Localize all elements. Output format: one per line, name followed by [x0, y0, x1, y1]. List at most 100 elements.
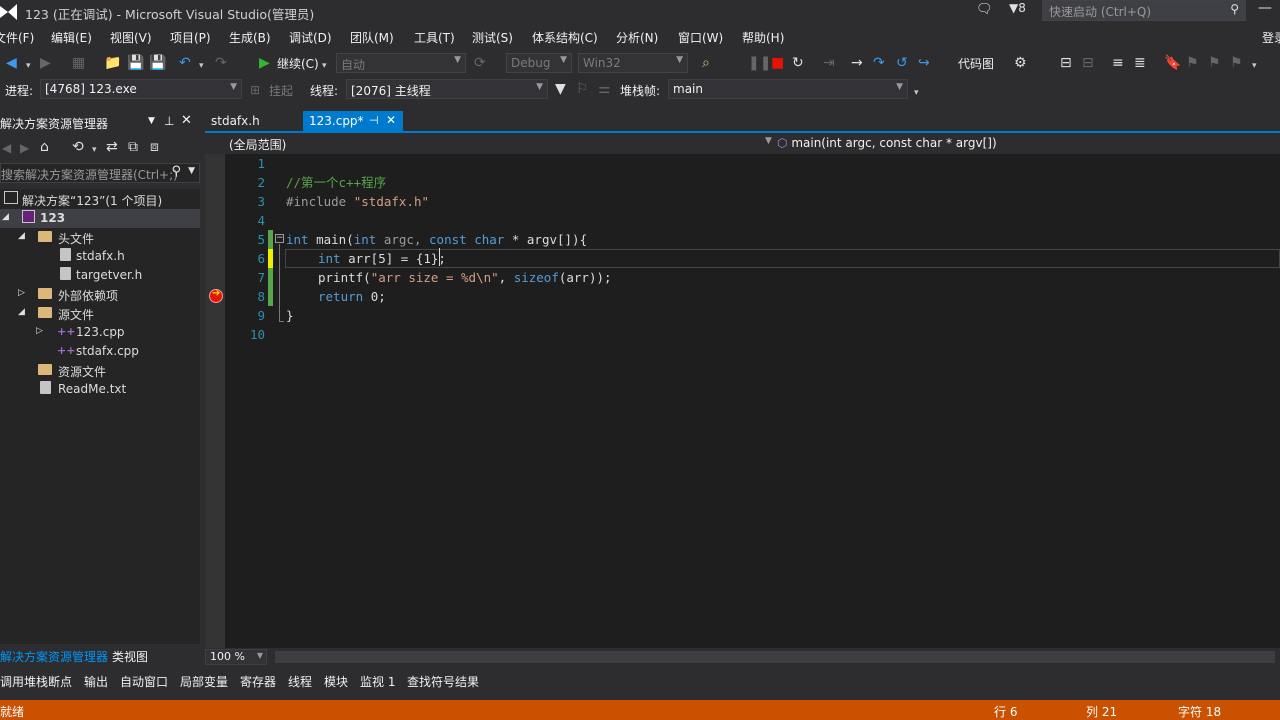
pending-changes-dropdown-icon[interactable]: ▾	[92, 141, 97, 159]
tab-call-stack[interactable]: 调用堆栈	[0, 673, 48, 690]
tree-node-stdafx-cpp[interactable]: ++ stdafx.cpp	[0, 342, 200, 361]
horizontal-scrollbar[interactable]	[275, 651, 1275, 663]
save-icon[interactable]: 💾	[127, 54, 144, 72]
menu-debug[interactable]: 调试(D)	[289, 29, 332, 46]
show-next-statement-icon[interactable]: ⇥	[823, 54, 835, 72]
chevron-down-icon[interactable]: ▼	[765, 136, 772, 146]
tab-locals[interactable]: 局部变量	[180, 673, 228, 690]
breakpoint-current-statement-icon[interactable]: ➔	[209, 288, 223, 303]
tab-modules[interactable]: 模块	[324, 673, 348, 690]
forward-icon[interactable]: ▶	[40, 54, 51, 72]
clear-bookmarks-icon[interactable]: ⚑	[1230, 54, 1243, 72]
menu-edit[interactable]: 编辑(E)	[51, 29, 92, 46]
undo-dropdown-icon[interactable]: ▾	[199, 57, 204, 75]
function-select[interactable]: ⬡ main(int argc, const char * argv[])	[777, 136, 997, 150]
expand-arrow-icon[interactable]: ▷	[18, 288, 25, 298]
prev-bookmark-icon[interactable]: ⚑	[1186, 54, 1199, 72]
comment-icon[interactable]: ≡	[1112, 54, 1124, 72]
menu-architecture[interactable]: 体系结构(C)	[532, 29, 598, 46]
scope-select[interactable]: (全局范围)	[229, 136, 286, 153]
tree-node-external-dependencies[interactable]: ▷ 外部依赖项	[0, 285, 200, 304]
stack-frame-select[interactable]: main ▼	[668, 79, 908, 99]
show-all-files-icon[interactable]: ⧈	[150, 138, 159, 156]
code-editor[interactable]: ➔ 1 2 3 4 5 6 7 8 9 10 − //第一个c++程序 #inc…	[205, 154, 1280, 648]
collapse-region-icon[interactable]: −	[275, 234, 284, 243]
glyph-margin[interactable]	[205, 154, 225, 648]
home-icon[interactable]: ⌂	[40, 138, 49, 156]
sign-in-link[interactable]: 登录	[1262, 29, 1280, 46]
tree-node-source-files[interactable]: ◢ 源文件	[0, 304, 200, 323]
tab-autos[interactable]: 自动窗口	[120, 673, 168, 690]
tree-node-header-files[interactable]: ◢ 头文件	[0, 228, 200, 247]
toolbar-overflow-icon[interactable]: ▾	[914, 84, 919, 102]
undo-icon[interactable]: ↶	[179, 54, 191, 72]
tab-registers[interactable]: 寄存器	[240, 673, 276, 690]
new-project-icon[interactable]: ▦	[72, 54, 85, 72]
menu-view[interactable]: 视图(V)	[110, 29, 152, 46]
menu-team[interactable]: 团队(M)	[350, 29, 394, 46]
back-icon[interactable]: ◀	[6, 54, 17, 72]
pending-changes-icon[interactable]: ⟲	[72, 138, 84, 156]
menu-project[interactable]: 项目(P)	[170, 29, 211, 46]
menu-file[interactable]: 文件(F)	[0, 29, 34, 46]
restart-icon[interactable]: ↻	[792, 54, 804, 72]
pin-icon[interactable]: ⊥	[164, 114, 174, 128]
search-icon[interactable]: ⚲	[171, 164, 181, 179]
tree-node-project[interactable]: ◢ 123	[0, 209, 200, 228]
suspend-button[interactable]: 挂起	[269, 82, 293, 99]
search-icon[interactable]: ⚲	[1230, 2, 1239, 16]
tab-solution-explorer[interactable]: 解决方案资源管理器	[0, 648, 108, 665]
close-icon[interactable]: ✕	[386, 113, 396, 127]
next-bookmark-icon[interactable]: ⚑	[1208, 54, 1221, 72]
open-folder-icon[interactable]: 📁	[104, 54, 121, 72]
menu-build[interactable]: 生成(B)	[229, 29, 271, 46]
step-out-icon[interactable]: ↺	[896, 54, 908, 72]
tab-stdafx-h[interactable]: stdafx.h	[205, 111, 266, 132]
quick-launch-input[interactable]: 快速启动 (Ctrl+Q) ⚲	[1042, 0, 1246, 21]
menu-tools[interactable]: 工具(T)	[414, 29, 455, 46]
expand-arrow-icon[interactable]: ▷	[36, 326, 43, 336]
panel-splitter[interactable]	[200, 112, 204, 647]
stop-icon[interactable]: ■	[771, 54, 784, 72]
collapse-arrow-icon[interactable]: ◢	[18, 231, 25, 241]
platform-select[interactable]: Win32 ▼	[578, 53, 688, 73]
tab-class-view[interactable]: 类视图	[112, 648, 148, 665]
tab-find-symbol-results[interactable]: 查找符号结果	[407, 673, 479, 690]
refresh-icon[interactable]: ⟳	[474, 54, 486, 72]
continue-button[interactable]: 继续(C)	[277, 55, 319, 72]
search-options-dropdown-icon[interactable]: ▼	[188, 166, 195, 176]
filter-icon[interactable]: ▼	[555, 80, 566, 98]
tree-node-targetver-h[interactable]: targetver.h	[0, 266, 200, 285]
pin-icon[interactable]: ⊣	[369, 114, 379, 127]
solution-explorer-search-input[interactable]: 搜索解决方案资源管理器(Ctrl+;) ⚲ ▼	[0, 163, 200, 183]
step-over-icon[interactable]: ↷	[873, 54, 885, 72]
notification-icon[interactable]: 🗨	[976, 2, 993, 17]
tree-node-123-cpp[interactable]: ▷ ++ 123.cpp	[0, 323, 200, 342]
tab-threads[interactable]: 线程	[288, 673, 312, 690]
uncomment-icon[interactable]: ≣	[1134, 54, 1146, 72]
back-dropdown-icon[interactable]: ▾	[26, 57, 31, 75]
align-left-icon[interactable]: ⊟	[1060, 54, 1072, 72]
continue-icon[interactable]: ▶	[259, 54, 270, 72]
save-all-icon[interactable]: 💾	[149, 54, 166, 72]
tab-watch-1[interactable]: 监视 1	[360, 673, 395, 690]
find-in-files-icon[interactable]: ⌕	[702, 54, 710, 72]
configuration-select[interactable]: Debug ▼	[506, 53, 572, 73]
menu-analyze[interactable]: 分析(N)	[616, 29, 658, 46]
tree-node-resource-files[interactable]: 资源文件	[0, 361, 200, 380]
menu-test[interactable]: 测试(S)	[472, 29, 513, 46]
forward-icon[interactable]: ▶	[20, 139, 29, 157]
collapse-all-icon[interactable]: ⧉	[128, 138, 138, 156]
pause-icon[interactable]: ❚❚	[748, 54, 771, 72]
suspend-icon[interactable]: ⊞	[250, 81, 260, 99]
toolbar-overflow-icon[interactable]: ▾	[1252, 57, 1257, 75]
show-flagged-icon[interactable]: ⚌	[598, 80, 611, 98]
debug-mode-select[interactable]: 自动 ▼	[336, 53, 466, 73]
close-icon[interactable]: ✕	[181, 113, 192, 128]
continue-dropdown-icon[interactable]: ▾	[322, 57, 327, 75]
minimize-icon[interactable]: —	[1258, 0, 1272, 16]
code-map-icon[interactable]: ↪	[918, 54, 930, 72]
tree-node-readme[interactable]: ReadMe.txt	[0, 380, 200, 399]
menu-help[interactable]: 帮助(H)	[742, 29, 784, 46]
diagnostics-icon[interactable]: ⚙	[1014, 54, 1027, 72]
